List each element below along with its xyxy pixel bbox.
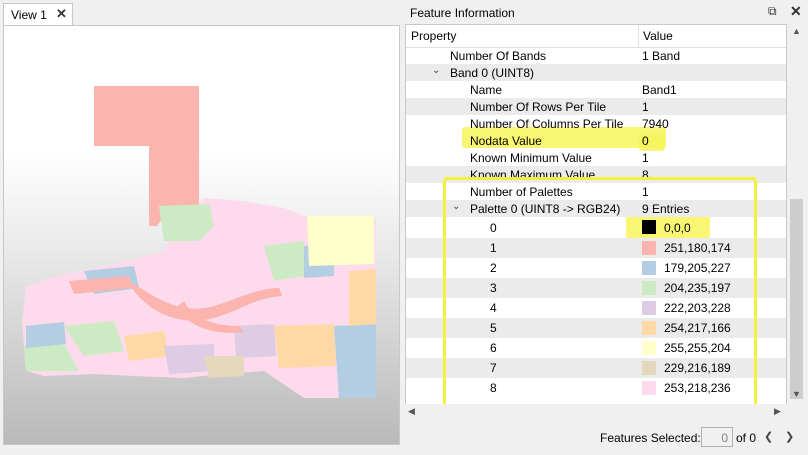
column-header-property[interactable]: Property — [411, 29, 456, 43]
row-property: Number Of Bands — [450, 49, 547, 63]
scroll-down-icon[interactable]: ▼ — [792, 389, 801, 399]
column-header-value[interactable]: Value — [643, 29, 673, 43]
features-selected-label: Features Selected: — [600, 431, 701, 445]
float-icon[interactable]: ⧉ — [768, 4, 777, 19]
map-view[interactable] — [3, 25, 400, 445]
raster-map-image — [22, 86, 376, 398]
close-icon[interactable]: ✕ — [790, 3, 802, 20]
row-value: 1 Band — [642, 49, 681, 63]
scroll-right-icon[interactable]: ▶ — [774, 406, 781, 417]
previous-icon[interactable]: ❮ — [764, 430, 773, 443]
total-count: of 0 — [736, 431, 757, 445]
view-tabbar: View 1 ✕ — [0, 0, 404, 26]
row-rows-per-tile[interactable]: Number Of Rows Per Tile 1 — [406, 98, 786, 115]
next-icon[interactable]: ❯ — [785, 430, 794, 443]
row-columns-per-tile[interactable]: Number Of Columns Per Tile 7940 — [406, 115, 786, 132]
row-property: Band 0 (UINT8) — [450, 66, 535, 80]
row-value: 0 — [642, 134, 649, 148]
scroll-left-icon[interactable]: ◀ — [408, 406, 415, 417]
raster-map — [22, 86, 376, 398]
row-known-min[interactable]: Known Minimum Value 1 — [406, 149, 786, 166]
vertical-scrollbar[interactable]: ▲ ▼ — [787, 24, 807, 405]
horizontal-scrollbar[interactable]: ◀ ▶ — [405, 404, 787, 421]
row-value: 7940 — [642, 117, 669, 131]
row-property: Number Of Columns Per Tile — [470, 117, 624, 131]
feature-info-header: Feature Information ⧉ ✕ — [405, 3, 808, 23]
status-bar: Features Selected: 0 of 0 ❮ ❯ — [405, 425, 808, 455]
close-icon[interactable]: ✕ — [56, 6, 67, 22]
row-property: Name — [470, 83, 503, 97]
selected-index-value: 0 — [721, 431, 728, 445]
scroll-thumb[interactable] — [790, 199, 803, 399]
row-property: Known Minimum Value — [470, 151, 592, 165]
row-nodata-value[interactable]: Nodata Value 0 — [406, 132, 786, 149]
row-property: Number Of Rows Per Tile — [470, 100, 607, 114]
tab-view-1[interactable]: View 1 ✕ — [3, 3, 73, 26]
scroll-up-icon[interactable]: ▲ — [792, 26, 801, 36]
selected-index-field[interactable]: 0 — [701, 427, 733, 447]
panel-title: Feature Information — [410, 6, 515, 20]
row-band-0[interactable]: ⌄ Band 0 (UINT8) — [406, 64, 786, 81]
chevron-down-icon[interactable]: ⌄ — [432, 65, 440, 76]
property-tree[interactable]: Property Value Number Of Bands 1 Band ⌄ … — [405, 24, 787, 421]
row-value: Band1 — [642, 83, 677, 97]
row-name[interactable]: Name Band1 — [406, 81, 786, 98]
tab-view-1-label: View 1 — [11, 8, 47, 22]
palette-annotation-box — [443, 177, 757, 408]
row-number-of-bands[interactable]: Number Of Bands 1 Band — [406, 47, 786, 64]
row-value: 1 — [642, 100, 649, 114]
tree-header: Property Value — [406, 25, 786, 48]
row-value: 1 — [642, 151, 649, 165]
row-property: Nodata Value — [470, 134, 542, 148]
column-separator[interactable] — [638, 25, 639, 47]
